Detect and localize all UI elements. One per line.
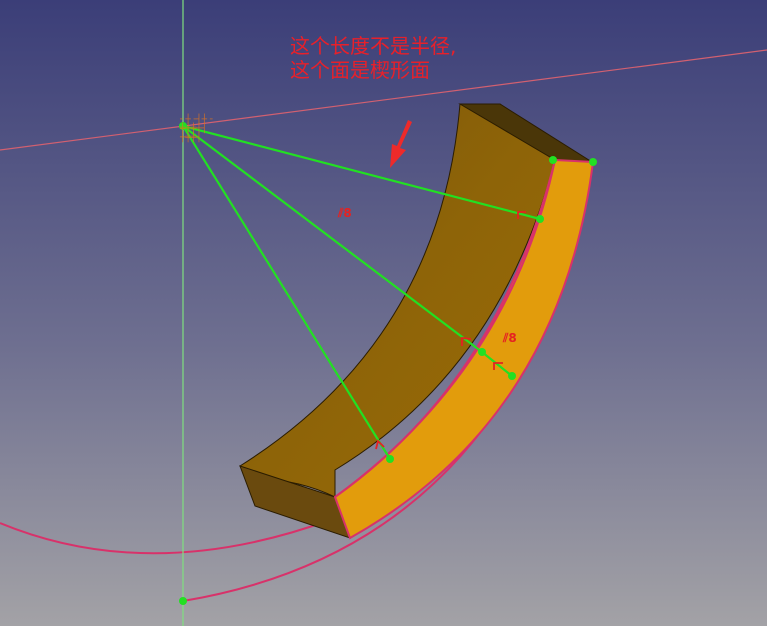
sketch-point-middle[interactable]: [478, 348, 486, 356]
3d-viewport[interactable]: 这个长度不是半径, 这个面是楔形面 ⫽8 ⫽8 ╴┼╶┤┼╶ ╪┼╪┼┤ ┼╪╪…: [0, 0, 767, 626]
sketch-point-upper[interactable]: [536, 215, 544, 223]
viewport-background: [0, 0, 767, 626]
equal-constraint-label-right: ⫽8: [503, 331, 517, 345]
sketch-point-extension[interactable]: [508, 372, 516, 380]
annotation-text: 这个长度不是半径, 这个面是楔形面: [290, 34, 456, 82]
annotation-line-1: 这个长度不是半径,: [290, 34, 457, 58]
scene-canvas[interactable]: [0, 0, 767, 626]
equal-constraint-label-upper: ⫽8: [338, 206, 352, 220]
annotation-line-2: 这个面是楔形面: [290, 58, 430, 82]
sketch-point-corner-outer[interactable]: [589, 158, 597, 166]
origin-constraint-cluster-icon: ╴┼╶┤┼╶ ╪┼╪┼┤ ┼╪╪┤: [180, 115, 213, 143]
sketch-point-corner-inner[interactable]: [549, 156, 557, 164]
sketch-point-lower[interactable]: [386, 455, 394, 463]
sketch-point-axis-bottom[interactable]: [179, 597, 187, 605]
